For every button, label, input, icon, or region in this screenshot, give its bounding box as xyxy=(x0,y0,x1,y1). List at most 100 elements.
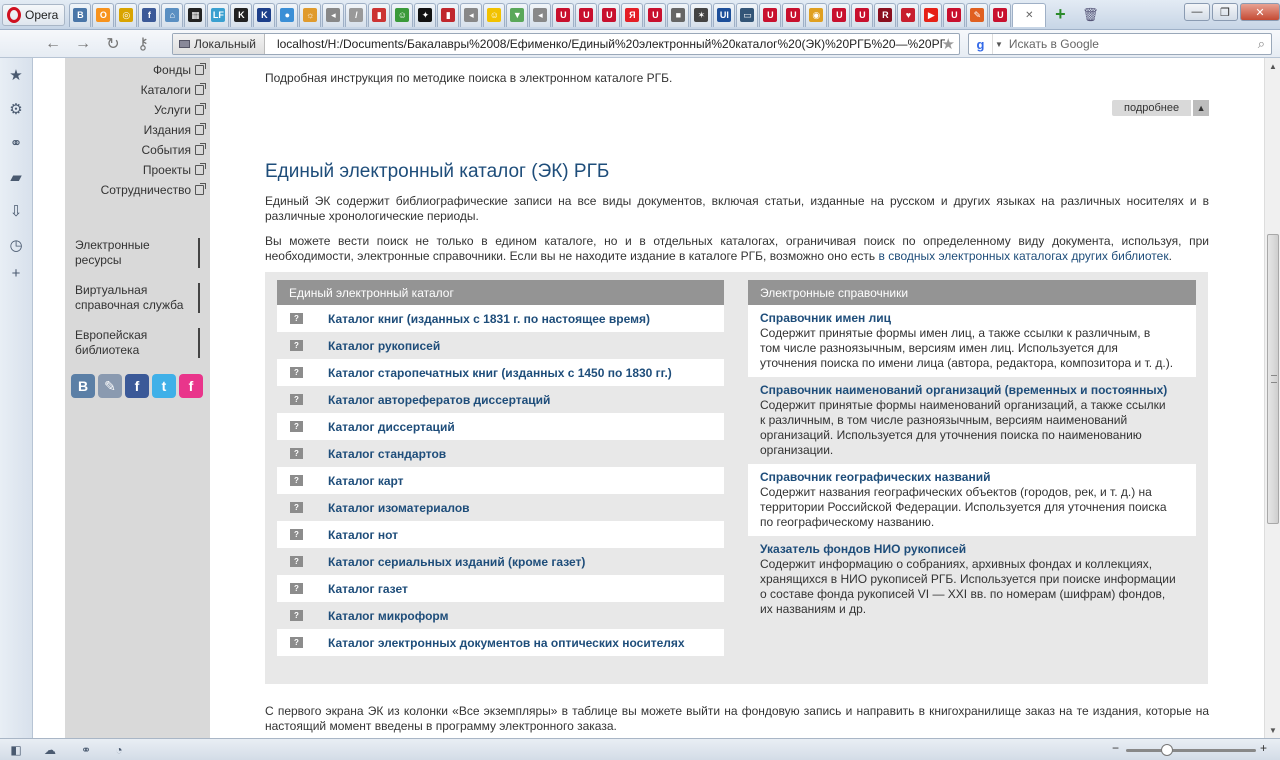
browser-tab[interactable]: ♥ xyxy=(897,2,920,27)
browser-tab[interactable]: Я xyxy=(621,2,644,27)
address-field[interactable]: Локальный localhost/H:/Documents/Бакалав… xyxy=(172,33,960,55)
browser-tab[interactable]: LF xyxy=(207,2,230,27)
catalog-link[interactable]: Каталог микроформ xyxy=(328,609,448,623)
browser-tab[interactable]: ▭ xyxy=(736,2,759,27)
search-field[interactable]: g ▼ Искать в Google ⌕ xyxy=(968,33,1272,55)
unite-icon[interactable]: ⚭ xyxy=(7,134,25,152)
collapse-arrow-icon[interactable]: ▲ xyxy=(1193,100,1210,116)
browser-tab[interactable]: U xyxy=(782,2,805,27)
browser-tab[interactable]: ✎ xyxy=(966,2,989,27)
key-button[interactable]: ⚷ xyxy=(128,32,158,56)
close-tab-icon[interactable]: ✕ xyxy=(1025,10,1033,21)
browser-tab[interactable]: f xyxy=(138,2,161,27)
catalog-link[interactable]: Каталог электронных документов на оптиче… xyxy=(328,636,685,650)
help-icon[interactable]: ? xyxy=(290,637,303,648)
livejournal-icon[interactable]: ✎ xyxy=(98,374,122,398)
help-icon[interactable]: ? xyxy=(290,583,303,594)
help-icon[interactable]: ? xyxy=(290,529,303,540)
browser-tab[interactable]: ✶ xyxy=(690,2,713,27)
zoom-slider-knob[interactable] xyxy=(1161,744,1173,756)
browser-tab[interactable]: U xyxy=(552,2,575,27)
catalog-link[interactable]: Каталог рукописей xyxy=(328,339,440,353)
reference-link[interactable]: Справочник имен лиц xyxy=(760,311,891,325)
browser-tab[interactable]: U xyxy=(759,2,782,27)
bookmarks-star-icon[interactable]: ★ xyxy=(7,66,25,84)
browser-tab[interactable]: ☼ xyxy=(299,2,322,27)
flickr-icon[interactable]: f xyxy=(179,374,203,398)
reference-link[interactable]: Справочник наименований организаций (вре… xyxy=(760,383,1167,397)
browser-tab[interactable]: ◂ xyxy=(322,2,345,27)
unite-status-icon[interactable]: ⚭ xyxy=(78,742,94,758)
forward-button[interactable]: → xyxy=(68,32,98,56)
active-tab[interactable]: ✕ xyxy=(1012,2,1047,27)
sidebar-menu-item[interactable]: Сотрудничество xyxy=(101,183,206,197)
browser-tab[interactable]: U xyxy=(598,2,621,27)
resource-link[interactable]: Виртуальная справочная служба xyxy=(75,283,200,313)
opera-menu-button[interactable]: Opera xyxy=(2,3,66,26)
browser-tab[interactable]: ☺ xyxy=(391,2,414,27)
browser-tab[interactable]: K xyxy=(253,2,276,27)
catalog-link[interactable]: Каталог старопечатных книг (изданных с 1… xyxy=(328,366,672,380)
browser-tab[interactable]: ● xyxy=(276,2,299,27)
browser-tab[interactable]: U xyxy=(828,2,851,27)
help-icon[interactable]: ? xyxy=(290,421,303,432)
sidebar-menu-item[interactable]: Услуги xyxy=(154,103,206,117)
bookmark-star-icon[interactable]: ★ xyxy=(942,35,955,53)
sidebar-menu-item[interactable]: Каталоги xyxy=(141,83,206,97)
sidebar-menu-item[interactable]: Фонды xyxy=(153,63,206,77)
site-badge[interactable]: Локальный xyxy=(173,34,265,54)
help-icon[interactable]: ? xyxy=(290,556,303,567)
browser-tab[interactable]: UI xyxy=(713,2,736,27)
vk-icon[interactable]: B xyxy=(71,374,95,398)
help-icon[interactable]: ? xyxy=(290,367,303,378)
catalog-link[interactable]: Каталог книг (изданных с 1831 г. по наст… xyxy=(328,312,650,326)
browser-tab[interactable]: R xyxy=(874,2,897,27)
help-icon[interactable]: ? xyxy=(290,313,303,324)
browser-tab[interactable]: ▼ xyxy=(506,2,529,27)
url-text[interactable]: localhost/H:/Documents/Бакалавры%2008/Еф… xyxy=(265,37,945,51)
panel-toggle-icon[interactable]: ◧ xyxy=(8,742,24,758)
browser-tab[interactable]: О xyxy=(92,2,115,27)
resource-link[interactable]: Европейская библиотека xyxy=(75,328,200,358)
more-button[interactable]: подробнее ▲ xyxy=(1112,100,1210,116)
browser-tab[interactable]: ◉ xyxy=(805,2,828,27)
browser-tab[interactable]: ◂ xyxy=(529,2,552,27)
help-icon[interactable]: ? xyxy=(290,340,303,351)
sidebar-menu-item[interactable]: Проекты xyxy=(143,163,206,177)
search-icon[interactable]: ⌕ xyxy=(1258,36,1265,52)
browser-tab[interactable]: / xyxy=(345,2,368,27)
reference-link[interactable]: Указатель фондов НИО рукописей xyxy=(760,542,966,556)
scroll-thumb[interactable] xyxy=(1267,234,1279,524)
vertical-scrollbar[interactable]: ▲ ▼ xyxy=(1264,58,1280,738)
browser-tab[interactable]: ☺ xyxy=(483,2,506,27)
cloud-sync-icon[interactable]: ☁ xyxy=(42,742,58,758)
back-button[interactable]: ← xyxy=(38,32,68,56)
help-icon[interactable]: ? xyxy=(290,394,303,405)
browser-tab[interactable]: ▮ xyxy=(368,2,391,27)
minimize-button[interactable]: — xyxy=(1184,3,1210,21)
sidebar-menu-item[interactable]: События xyxy=(141,143,206,157)
help-icon[interactable]: ? xyxy=(290,610,303,621)
catalog-link[interactable]: Каталог нот xyxy=(328,528,398,542)
help-icon[interactable]: ? xyxy=(290,502,303,513)
close-window-button[interactable]: ✕ xyxy=(1240,3,1280,21)
add-panel-icon[interactable]: + xyxy=(7,264,25,282)
browser-tab[interactable]: U xyxy=(943,2,966,27)
catalog-link[interactable]: Каталог стандартов xyxy=(328,447,446,461)
browser-tab[interactable]: ⌂ xyxy=(161,2,184,27)
catalog-link[interactable]: Каталог карт xyxy=(328,474,404,488)
browser-tab[interactable]: ▮ xyxy=(437,2,460,27)
browser-tab[interactable]: U xyxy=(989,2,1012,27)
browser-tab[interactable]: K xyxy=(230,2,253,27)
browser-tab[interactable]: U xyxy=(575,2,598,27)
browser-tab[interactable]: U xyxy=(851,2,874,27)
zoom-slider[interactable] xyxy=(1126,749,1256,752)
sidebar-menu-item[interactable]: Издания xyxy=(144,123,206,137)
help-icon[interactable]: ? xyxy=(290,475,303,486)
zoom-out-icon[interactable]: − xyxy=(1112,741,1119,755)
browser-tab[interactable]: ◂ xyxy=(460,2,483,27)
catalog-link[interactable]: Каталог газет xyxy=(328,582,408,596)
history-clock-icon[interactable]: ◷ xyxy=(7,236,25,254)
help-icon[interactable]: ? xyxy=(290,448,303,459)
resource-link[interactable]: Электронные ресурсы xyxy=(75,238,200,268)
